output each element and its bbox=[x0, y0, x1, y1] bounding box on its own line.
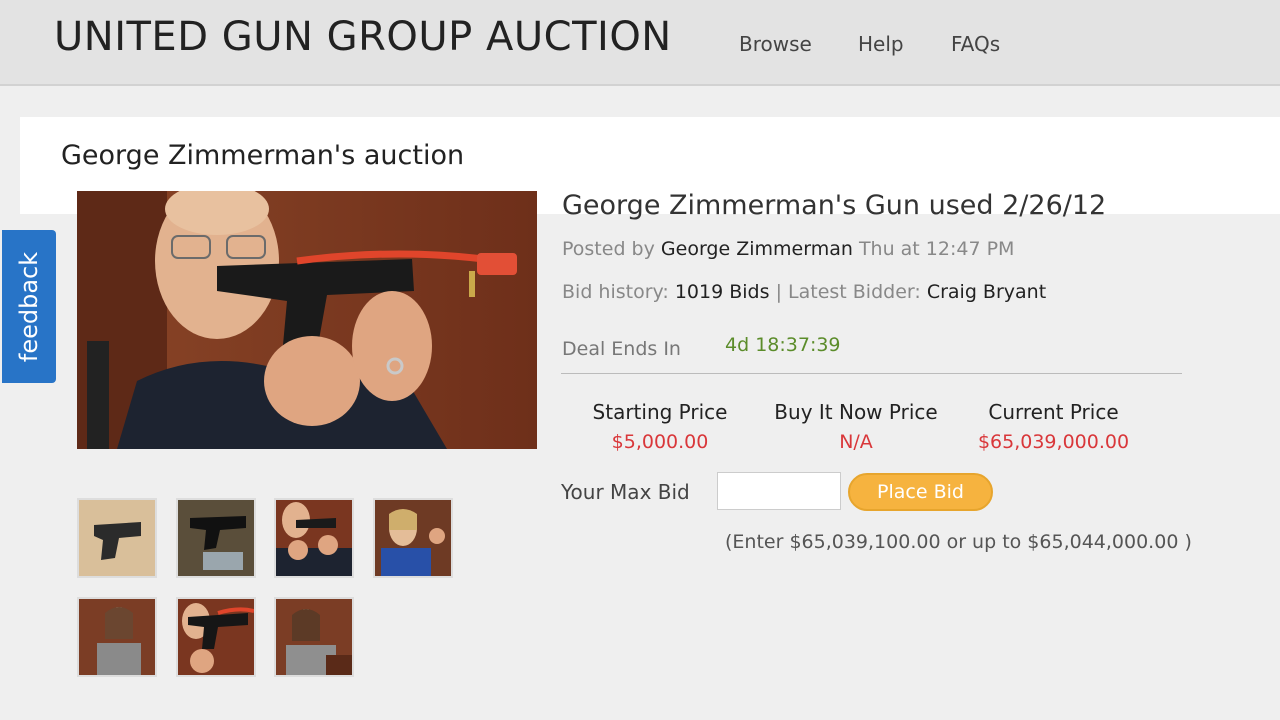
seller-link[interactable]: George Zimmerman bbox=[661, 238, 853, 260]
main-item-photo[interactable] bbox=[77, 191, 537, 449]
thumbnail-6[interactable] bbox=[176, 597, 256, 677]
buy-now-price-block: Buy It Now Price N/A bbox=[770, 400, 942, 453]
current-price-block: Current Price $65,039,000.00 bbox=[975, 400, 1132, 453]
latest-bidder-label: Latest Bidder: bbox=[788, 281, 921, 303]
page-title: George Zimmerman's auction bbox=[61, 140, 465, 171]
thumbnail-3[interactable] bbox=[274, 498, 354, 578]
bid-count-link[interactable]: 1019 Bids bbox=[675, 281, 770, 303]
max-bid-label: Your Max Bid bbox=[561, 480, 690, 504]
feedback-label: feedback bbox=[15, 251, 43, 363]
max-bid-input[interactable] bbox=[717, 472, 841, 510]
nav-browse[interactable]: Browse bbox=[739, 32, 812, 56]
latest-bidder-name[interactable]: Craig Bryant bbox=[927, 281, 1046, 303]
posted-prefix: Posted by bbox=[562, 238, 655, 260]
meta-separator: | bbox=[775, 281, 782, 303]
countdown-timer: 4d 18:37:39 bbox=[725, 334, 841, 356]
starting-price-value: $5,000.00 bbox=[611, 431, 709, 453]
divider bbox=[561, 373, 1182, 374]
bid-history-row: Bid history: 1019 Bids | Latest Bidder: … bbox=[562, 281, 1046, 303]
current-price-value: $65,039,000.00 bbox=[977, 431, 1130, 453]
thumbnail-5[interactable] bbox=[77, 597, 157, 677]
buy-now-price-value: N/A bbox=[839, 431, 873, 453]
nav-faqs[interactable]: FAQs bbox=[951, 32, 1000, 56]
thumbnail-2[interactable] bbox=[176, 498, 256, 578]
thumbnail-4[interactable] bbox=[373, 498, 453, 578]
thumbnail-1[interactable] bbox=[77, 498, 157, 578]
buy-now-price-label: Buy It Now Price bbox=[774, 400, 938, 424]
place-bid-button[interactable]: Place Bid bbox=[848, 473, 993, 511]
posted-time: Thu at 12:47 PM bbox=[858, 238, 1015, 260]
nav-help[interactable]: Help bbox=[858, 32, 904, 56]
top-header: UNITED GUN GROUP AUCTION Browse Help FAQ… bbox=[0, 0, 1280, 86]
thumbnail-7[interactable] bbox=[274, 597, 354, 677]
starting-price-block: Starting Price $5,000.00 bbox=[590, 400, 730, 453]
item-title: George Zimmerman's Gun used 2/26/12 bbox=[562, 190, 1107, 221]
posted-info: Posted by George Zimmerman Thu at 12:47 … bbox=[562, 238, 1014, 260]
site-brand[interactable]: UNITED GUN GROUP AUCTION bbox=[54, 14, 672, 60]
current-price-label: Current Price bbox=[988, 400, 1119, 424]
bid-range-hint: (Enter $65,039,100.00 or up to $65,044,0… bbox=[725, 531, 1192, 553]
starting-price-label: Starting Price bbox=[592, 400, 728, 424]
bid-history-label: Bid history: bbox=[562, 281, 669, 303]
deal-ends-label: Deal Ends In bbox=[562, 338, 681, 360]
feedback-tab[interactable]: feedback bbox=[2, 230, 56, 383]
